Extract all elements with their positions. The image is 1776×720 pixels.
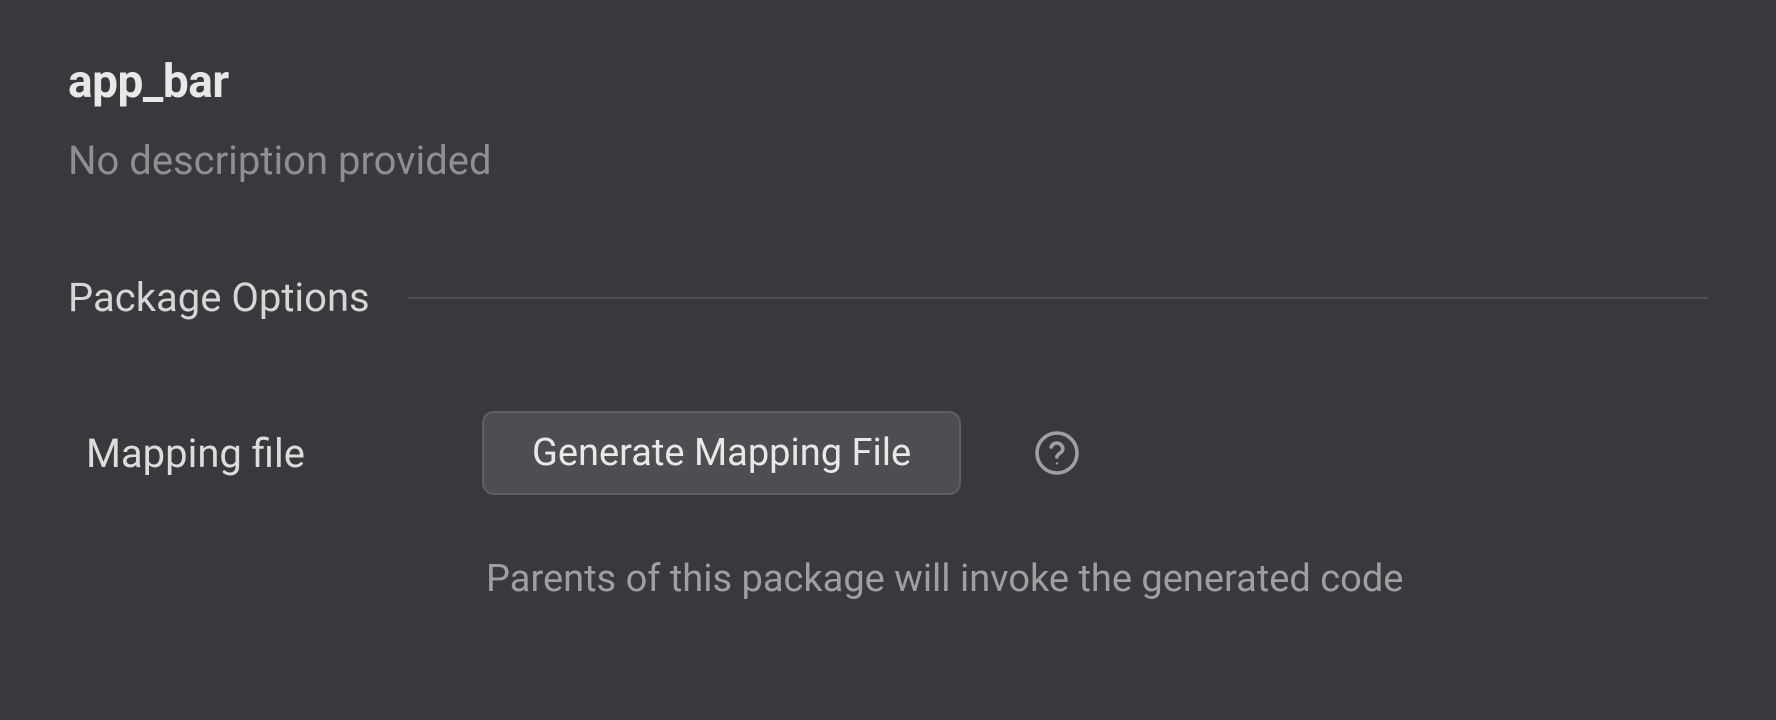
section-divider	[408, 297, 1708, 299]
package-title: app_bar	[68, 55, 1708, 109]
mapping-file-row: Mapping file Generate Mapping File	[68, 411, 1708, 495]
mapping-file-controls: Generate Mapping File	[482, 411, 1081, 495]
generate-mapping-file-button[interactable]: Generate Mapping File	[482, 411, 961, 495]
package-description: No description provided	[68, 137, 1708, 184]
settings-panel: app_bar No description provided Package …	[0, 0, 1776, 656]
mapping-file-label: Mapping file	[86, 430, 482, 477]
section-title: Package Options	[68, 274, 408, 321]
help-icon[interactable]	[1033, 429, 1081, 477]
help-text-row: Parents of this package will invoke the …	[68, 557, 1708, 601]
mapping-file-help-text: Parents of this package will invoke the …	[482, 557, 1403, 601]
section-header: Package Options	[68, 274, 1708, 321]
